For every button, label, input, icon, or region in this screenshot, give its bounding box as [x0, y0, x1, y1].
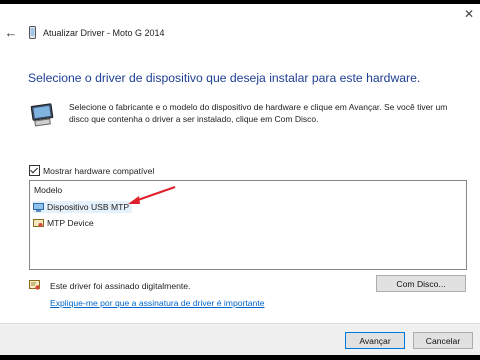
next-button[interactable]: Avançar: [345, 332, 405, 349]
window-title: Atualizar Driver - Moto G 2014: [43, 28, 165, 38]
show-compatible-hardware-checkbox[interactable]: Mostrar hardware compatível: [29, 165, 154, 176]
phone-device-icon: [29, 26, 36, 39]
list-item-label: Dispositivo USB MTP: [47, 202, 130, 212]
list-item[interactable]: MTP Device: [33, 217, 97, 229]
signature-status-text: Este driver foi assinado digitalmente.: [50, 281, 191, 291]
usb-device-icon: [33, 202, 44, 212]
driver-signing-info-link[interactable]: Explique-me por que a assinatura de driv…: [50, 298, 264, 308]
footer-bar: Avançar Cancelar: [0, 323, 480, 355]
instructions-text: Selecione o fabricante e o modelo do dis…: [69, 102, 448, 124]
hardware-board-icon: [30, 103, 54, 127]
checkbox-box[interactable]: [29, 165, 40, 176]
have-disk-button[interactable]: Com Disco...: [376, 275, 466, 292]
signed-driver-icon: [29, 280, 40, 290]
title-bar: ← Atualizar Driver - Moto G 2014 ✕: [0, 4, 480, 56]
list-item-label: MTP Device: [47, 218, 94, 228]
model-list[interactable]: Modelo Dispositivo USB MTP MTP Device: [29, 180, 467, 270]
page-title: Selecione o driver de dispositivo que de…: [28, 71, 421, 85]
back-arrow-icon[interactable]: ←: [4, 26, 18, 40]
cancel-button[interactable]: Cancelar: [413, 332, 473, 349]
model-column-header: Modelo: [34, 185, 63, 195]
list-item-selected[interactable]: Dispositivo USB MTP: [33, 201, 133, 213]
close-icon[interactable]: ✕: [462, 7, 476, 21]
certified-driver-icon: [33, 218, 44, 227]
update-driver-window: ← Atualizar Driver - Moto G 2014 ✕ Selec…: [0, 4, 480, 355]
annotation-arrow-icon: [128, 186, 176, 204]
checkbox-label: Mostrar hardware compatível: [43, 165, 155, 176]
